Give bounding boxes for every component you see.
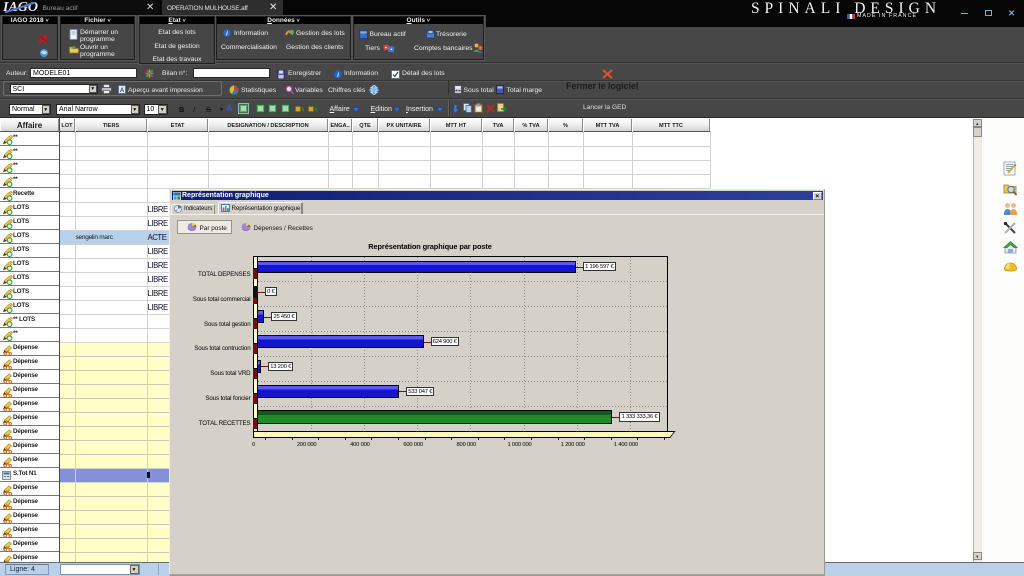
svg-text:A: A <box>119 88 124 94</box>
svg-text:i: i <box>337 72 339 79</box>
